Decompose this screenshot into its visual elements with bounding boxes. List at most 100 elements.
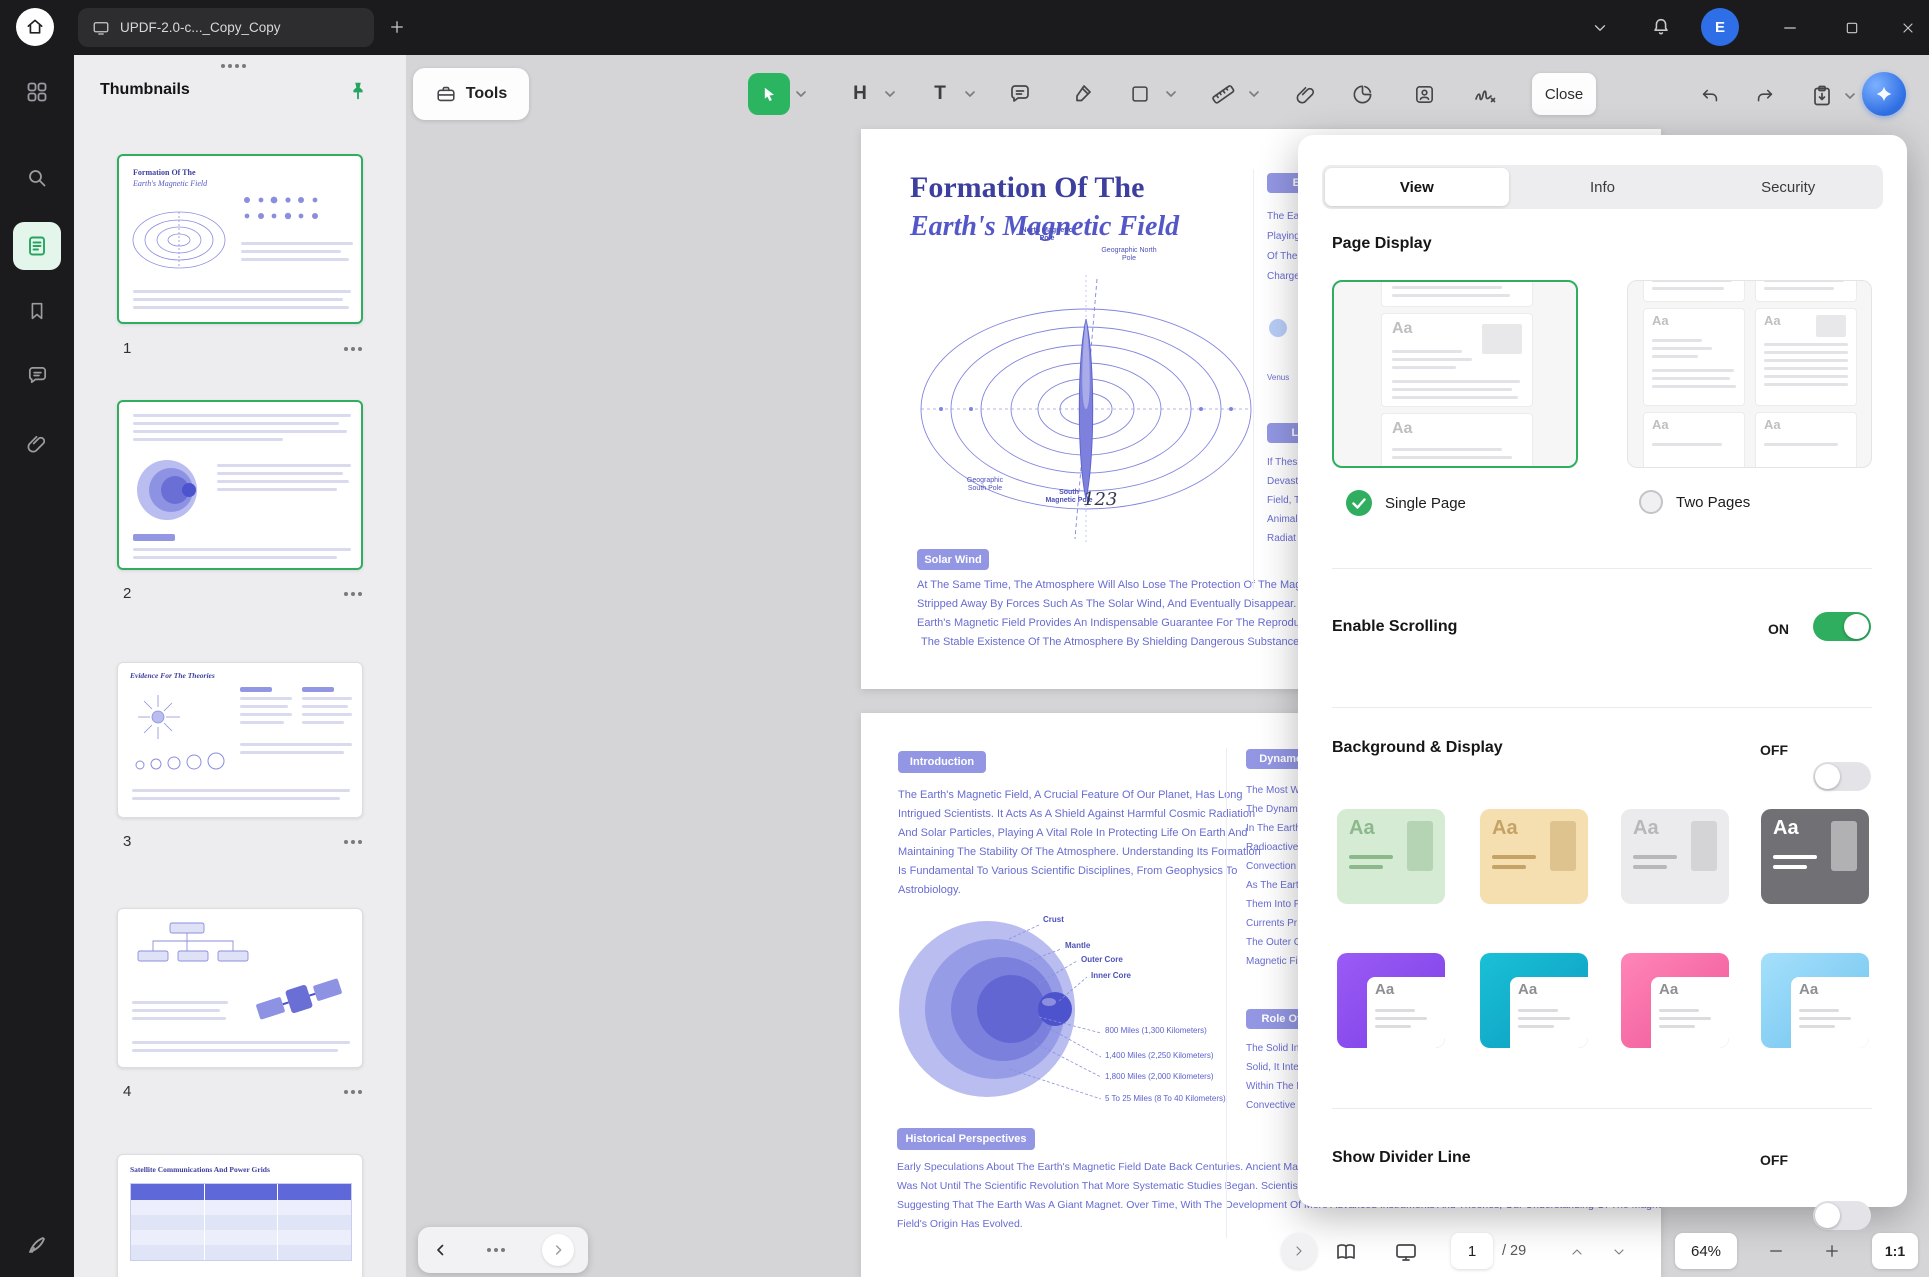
reader-view-button[interactable] <box>1328 1234 1364 1270</box>
thumbnail-page-2[interactable] <box>117 400 363 570</box>
deco-line <box>1392 380 1520 383</box>
signature-tool-button[interactable] <box>1465 74 1505 114</box>
measure-tool-chevron-icon[interactable] <box>1248 88 1260 100</box>
panel-drag-handle[interactable] <box>221 64 246 68</box>
theme-swatch-purple[interactable]: Aa <box>1337 953 1445 1048</box>
thumbnail-more-button[interactable] <box>344 840 362 844</box>
background-swatch-green[interactable]: Aa <box>1337 809 1445 904</box>
save-button[interactable] <box>1806 78 1838 114</box>
shapes-tool-chevron-icon[interactable] <box>1165 88 1177 100</box>
page-display-single-card[interactable]: Aa Aa <box>1332 280 1578 468</box>
theme-swatch-sky[interactable]: Aa <box>1761 953 1869 1048</box>
text-tool-button[interactable]: T <box>922 74 958 114</box>
titlebar-dropdown-button[interactable] <box>1586 14 1614 42</box>
deco-line <box>240 705 288 708</box>
show-divider-toggle[interactable] <box>1813 1201 1871 1230</box>
document-tab[interactable]: UPDF-2.0-c..._Copy_Copy <box>78 8 374 47</box>
plus-icon <box>388 18 406 36</box>
select-tool-button[interactable] <box>748 73 790 115</box>
minimize-button[interactable] <box>1776 14 1804 42</box>
enable-scrolling-toggle[interactable] <box>1813 612 1871 641</box>
attachments-button[interactable] <box>15 421 59 465</box>
deco-line <box>132 797 340 800</box>
notifications-button[interactable] <box>1646 12 1676 42</box>
select-tool-chevron-icon[interactable] <box>795 88 807 100</box>
tools-button[interactable]: Tools <box>413 68 529 120</box>
close-tools-button[interactable]: Close <box>1532 73 1596 115</box>
apps-grid-button[interactable] <box>15 70 59 114</box>
theme-swatch-pink[interactable]: Aa <box>1621 953 1729 1048</box>
sidebar-item-thumbnails[interactable] <box>13 222 61 270</box>
new-tab-button[interactable] <box>382 12 412 42</box>
comment-tool-button[interactable] <box>1000 74 1040 114</box>
show-divider-state: OFF <box>1760 1152 1788 1168</box>
background-swatch-dark-gray[interactable]: Aa <box>1761 809 1869 904</box>
thumbnail-page-1[interactable]: Formation Of The Earth's Magnetic Field <box>117 154 363 324</box>
presentation-button[interactable] <box>1388 1234 1424 1270</box>
core-label: Crust <box>1043 915 1064 924</box>
next-page-button[interactable] <box>1605 1238 1633 1266</box>
deco-badge <box>133 534 175 541</box>
bookmarks-button[interactable] <box>15 289 59 333</box>
home-button[interactable] <box>16 8 54 46</box>
page-number-box[interactable] <box>1451 1233 1493 1269</box>
heading-tool-button[interactable]: H <box>842 74 878 114</box>
sticker-tool-button[interactable] <box>1342 74 1382 114</box>
pin-panel-button[interactable] <box>342 75 374 107</box>
text-tool-chevron-icon[interactable] <box>964 88 976 100</box>
maximize-button[interactable] <box>1838 14 1866 42</box>
radio-circle-icon <box>1639 490 1663 514</box>
background-swatch-sepia[interactable]: Aa <box>1480 809 1588 904</box>
thumbnail-page-4[interactable] <box>117 908 363 1068</box>
zoom-level-box[interactable]: 64% <box>1675 1233 1737 1269</box>
tab-info[interactable]: Info <box>1511 168 1695 206</box>
search-button[interactable] <box>15 156 59 200</box>
deco-line <box>1652 377 1730 380</box>
actual-size-button[interactable]: 1:1 <box>1872 1233 1918 1269</box>
thumbnail-more-button[interactable] <box>344 592 362 596</box>
hist-line: Was Not Until The Scientific Revolution … <box>897 1180 1360 1192</box>
attach-tool-button[interactable] <box>1286 74 1326 114</box>
right-col-line: The Solid In <box>1246 1043 1299 1054</box>
next-page-chevron-button[interactable] <box>542 1234 574 1266</box>
thumbnail-page-5[interactable]: Satellite Communications And Power Grids <box>117 1154 363 1277</box>
close-window-button[interactable] <box>1894 14 1922 42</box>
page-display-two-card[interactable]: Aa Aa Aa Aa <box>1627 280 1872 468</box>
right-col-line: Radioactive <box>1246 842 1298 853</box>
thumbnail-page-3[interactable]: Evidence For The Theories <box>117 662 363 818</box>
background-swatch-light-gray[interactable]: Aa <box>1621 809 1729 904</box>
measure-tool-button[interactable] <box>1203 74 1243 114</box>
prev-page-button[interactable] <box>1563 1238 1591 1266</box>
redo-button[interactable] <box>1749 80 1781 112</box>
core-measure: 1,400 Miles (2,250 Kilometers) <box>1105 1051 1214 1060</box>
tab-view[interactable]: View <box>1325 168 1509 206</box>
ai-assistant-button[interactable] <box>1862 72 1906 116</box>
zoom-out-button[interactable] <box>1762 1237 1790 1265</box>
page-number-input[interactable] <box>1455 1243 1489 1260</box>
panel-collapse-button[interactable] <box>1281 1233 1317 1269</box>
thumb3-title: Evidence For The Theories <box>130 671 215 680</box>
theme-swatch-teal[interactable]: Aa <box>1480 953 1588 1048</box>
deco-line <box>1392 280 1512 281</box>
thumbnail-more-button[interactable] <box>344 1090 362 1094</box>
save-chevron-icon[interactable] <box>1844 90 1856 102</box>
undo-button[interactable] <box>1694 80 1726 112</box>
right-col-line: As The Earth <box>1246 880 1304 891</box>
stamp-tool-button[interactable] <box>1404 74 1444 114</box>
prev-page-chevron-icon[interactable] <box>432 1241 450 1259</box>
single-page-option[interactable]: Single Page <box>1346 490 1466 516</box>
background-display-toggle[interactable] <box>1813 762 1871 791</box>
shapes-tool-button[interactable] <box>1120 74 1160 114</box>
avatar[interactable]: E <box>1701 8 1739 46</box>
deco-line <box>133 430 347 433</box>
highlighter-tool-button[interactable] <box>1062 74 1102 114</box>
table-header-row <box>131 1184 351 1200</box>
heading-tool-chevron-icon[interactable] <box>884 88 896 100</box>
thumbnail-more-button[interactable] <box>344 347 362 351</box>
two-pages-option[interactable]: Two Pages <box>1639 490 1750 514</box>
tab-security[interactable]: Security <box>1696 168 1880 206</box>
zoom-in-button[interactable] <box>1818 1237 1846 1265</box>
sign-tool-button[interactable] <box>15 1223 59 1267</box>
page-nav-more-button[interactable] <box>487 1248 505 1252</box>
comments-button[interactable] <box>15 353 59 397</box>
